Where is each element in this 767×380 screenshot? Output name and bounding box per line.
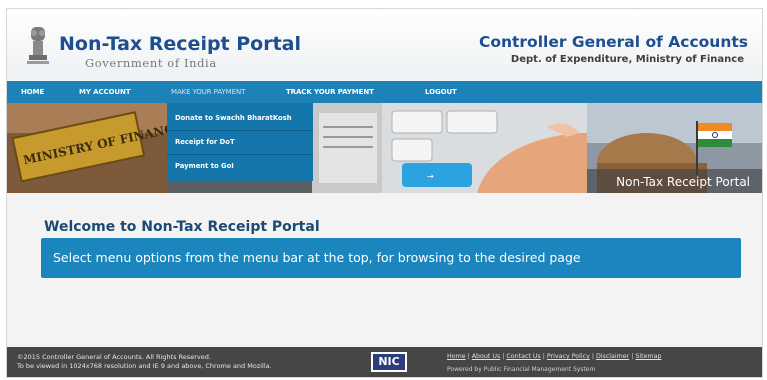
menu-item-donate-swachh-bharatkosh[interactable]: Donate to Swachh BharatKosh <box>167 107 313 131</box>
main-nav: HOME MY ACCOUNT MAKE YOUR PAYMENT TRACK … <box>7 81 762 103</box>
site-footer: ©2015 Controller General of Accounts. Al… <box>7 347 762 377</box>
nav-my-account[interactable]: MY ACCOUNT <box>79 81 131 103</box>
svg-text:→: → <box>427 172 434 181</box>
footer-link-disclaimer[interactable]: Disclaimer <box>596 353 629 360</box>
footer-link-sitemap[interactable]: Sitemap <box>635 353 661 360</box>
nav-home[interactable]: HOME <box>21 81 44 103</box>
payment-dropdown-menu: Donate to Swachh BharatKosh Receipt for … <box>167 103 313 181</box>
hero-banner: MINISTRY OF FINANCE → Non-Tax Receipt Po… <box>7 103 762 193</box>
menu-item-payment-to-goi[interactable]: Payment to GoI <box>167 155 313 179</box>
resolution-note: To be viewed in 1024x768 resolution and … <box>17 362 272 370</box>
nav-track-your-payment[interactable]: TRACK YOUR PAYMENT <box>286 81 374 103</box>
menu-item-receipt-for-dot[interactable]: Receipt for DoT <box>167 131 313 155</box>
footer-links: Home | About Us | Contact Us | Privacy Policy |… <box>447 353 661 360</box>
nav-logout[interactable]: LOGOUT <box>425 81 457 103</box>
footer-link-privacy-policy[interactable]: Privacy Policy <box>547 353 590 360</box>
info-box: Select menu options from the menu bar at… <box>41 238 741 278</box>
nav-make-your-payment[interactable]: MAKE YOUR PAYMENT <box>171 81 245 103</box>
national-emblem-icon <box>27 27 49 64</box>
footer-link-home[interactable]: Home <box>447 353 466 360</box>
info-text: Select menu options from the menu bar at… <box>53 250 581 265</box>
org-subtitle: Dept. of Expenditure, Ministry of Financ… <box>510 54 744 65</box>
site-subtitle: Government of India <box>85 56 217 70</box>
site-header: Non-Tax Receipt Portal Government of Ind… <box>7 9 762 79</box>
banner-caption: Non-Tax Receipt Portal <box>616 175 750 189</box>
footer-link-about-us[interactable]: About Us <box>472 353 501 360</box>
footer-link-contact-us[interactable]: Contact Us <box>506 353 540 360</box>
org-name: Controller General of Accounts <box>478 33 748 51</box>
site-title: Non-Tax Receipt Portal <box>59 33 302 55</box>
browser-page: Non-Tax Receipt Portal Government of Ind… <box>6 8 763 378</box>
powered-by-link[interactable]: Powered by Public Financial Management S… <box>447 366 595 373</box>
nic-logo: NIC <box>371 352 407 372</box>
copyright-text: ©2015 Controller General of Accounts. Al… <box>17 353 211 361</box>
welcome-heading: Welcome to Non-Tax Receipt Portal <box>44 219 320 235</box>
